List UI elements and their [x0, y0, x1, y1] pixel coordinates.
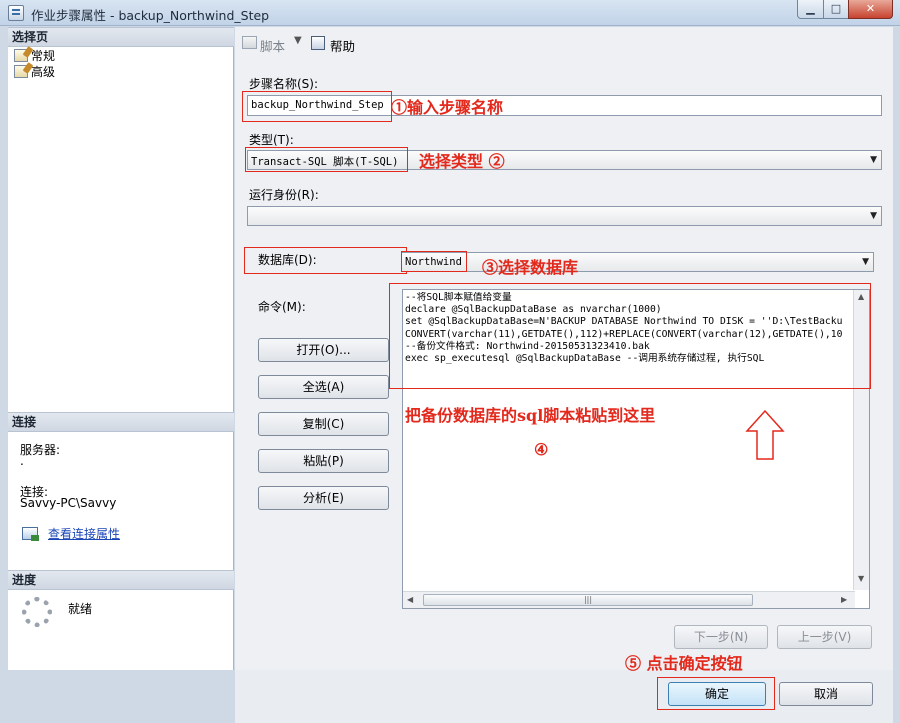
script-dropdown-arrow-icon[interactable]: ▼	[294, 35, 302, 46]
parse-button[interactable]: 分析(E)	[258, 486, 389, 510]
script-icon	[242, 36, 257, 49]
page-item-label: 高级	[31, 65, 56, 79]
chevron-down-icon: ▼	[870, 155, 877, 165]
scroll-down-icon[interactable]: ▼	[858, 574, 864, 583]
select-all-button[interactable]: 全选(A)	[258, 375, 389, 399]
progress-spinner-icon	[22, 597, 52, 627]
toolbar: 脚本 ▼ 帮助	[235, 27, 893, 57]
run-as-label: 运行身份(R):	[249, 188, 319, 202]
next-step-button[interactable]: 下一步(N)	[674, 625, 768, 649]
up-arrow-icon	[745, 409, 785, 460]
title-bar: 作业步骤属性 - backup_Northwind_Step	[0, 0, 900, 26]
command-label: 命令(M):	[258, 300, 306, 314]
server-label: 服务器:	[20, 443, 61, 457]
annotation-3: ③选择数据库	[482, 258, 579, 277]
cancel-button[interactable]: 取消	[779, 682, 873, 706]
prev-step-button[interactable]: 上一步(V)	[777, 625, 872, 649]
help-button[interactable]: 帮助	[330, 36, 355, 55]
server-value: .	[20, 454, 24, 468]
page-icon	[14, 65, 28, 78]
connection-header: 连接	[8, 412, 234, 432]
app-icon	[8, 5, 24, 21]
database-label-highlight-box	[244, 247, 407, 274]
minimize-button[interactable]: ▁	[797, 0, 824, 19]
paste-button[interactable]: 粘贴(P)	[258, 449, 389, 473]
open-button[interactable]: 打开(O)...	[258, 338, 389, 362]
left-pane: 选择页 常规 高级 连接 服务器: . 连接: Savvy-PC\Savvy 查…	[8, 27, 234, 670]
annotation-2: 选择类型 ②	[419, 152, 505, 171]
maximize-button[interactable]: □	[823, 0, 849, 19]
run-as-select[interactable]: ▼	[247, 206, 882, 226]
help-icon	[311, 36, 325, 50]
copy-button[interactable]: 复制(C)	[258, 412, 389, 436]
page-item-label: 常规	[31, 49, 56, 63]
chevron-down-icon: ▼	[862, 257, 869, 267]
scroll-thumb[interactable]: |||	[423, 594, 753, 606]
connection-value: Savvy-PC\Savvy	[20, 496, 117, 510]
command-highlight-box	[389, 283, 871, 389]
progress-header: 进度	[8, 570, 234, 590]
horizontal-scrollbar[interactable]: ◀ ||| ▶	[403, 591, 855, 608]
select-page-header: 选择页	[8, 27, 234, 47]
page-item-general[interactable]: 常规	[14, 48, 55, 64]
database-value-highlight-box	[401, 251, 467, 272]
page-item-advanced[interactable]: 高级	[14, 64, 55, 80]
progress-status: 就绪	[68, 602, 93, 616]
page-icon	[14, 49, 28, 62]
script-button[interactable]: 脚本	[260, 36, 285, 55]
database-select[interactable]: Northwind ▼	[401, 252, 874, 272]
type-label: 类型(T):	[249, 133, 294, 147]
annotation-4-number: ④	[534, 440, 549, 459]
step-name-highlight-box	[242, 91, 392, 122]
step-name-label: 步骤名称(S):	[249, 77, 319, 91]
connection-properties-icon	[22, 527, 39, 541]
close-button[interactable]: ✕	[848, 0, 893, 19]
scroll-right-icon[interactable]: ▶	[841, 595, 847, 604]
annotation-5: ⑤ 点击确定按钮	[625, 654, 743, 673]
ok-button[interactable]: 确定	[668, 682, 766, 706]
chevron-down-icon: ▼	[870, 211, 877, 221]
view-connection-properties-link[interactable]: 查看连接属性	[48, 525, 120, 542]
annotation-1: ①输入步骤名称	[391, 98, 504, 117]
scroll-left-icon[interactable]: ◀	[407, 595, 413, 604]
type-highlight-box	[245, 147, 408, 172]
right-pane: 脚本 ▼ 帮助 步骤名称(S): backup_Northwind_Step ①…	[235, 27, 893, 670]
annotation-4-text: 把备份数据库的sql脚本粘贴到这里	[405, 406, 656, 425]
window-title: 作业步骤属性 - backup_Northwind_Step	[31, 8, 270, 23]
